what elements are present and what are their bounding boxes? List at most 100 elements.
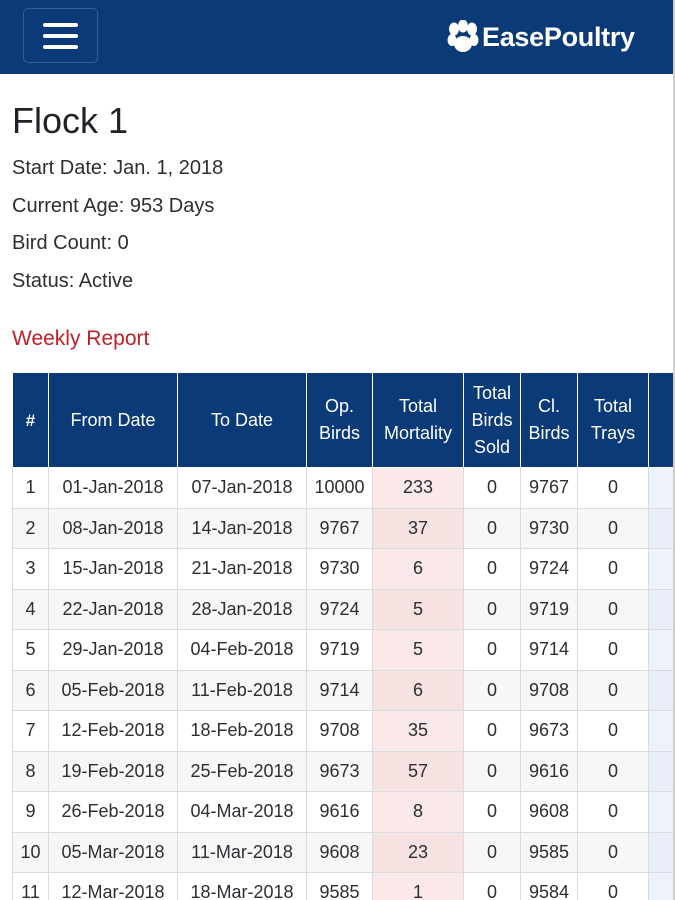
table-cell: 9708 [520, 669, 578, 711]
table-cell: 18-Mar-2018 [177, 872, 307, 900]
table-cell: 1 [12, 467, 49, 509]
table-cell: 9767 [306, 507, 373, 549]
table-cell [648, 507, 673, 549]
status-text: Status: Active [12, 270, 134, 292]
start-date-text: Start Date: Jan. 1, 2018 [12, 157, 224, 179]
paw-icon [447, 20, 479, 52]
table-cell [648, 710, 673, 752]
table-cell: 9585 [520, 831, 578, 873]
column-header: Total Mortality [372, 372, 464, 468]
table-cell: 11-Feb-2018 [177, 669, 307, 711]
column-header: Total Birds Sold [463, 372, 521, 468]
table-cell: 9 [12, 791, 49, 833]
column-header: Cl. Birds [520, 372, 578, 468]
table-cell: 0 [577, 548, 649, 590]
table-cell: 05-Feb-2018 [48, 669, 178, 711]
table-cell: 8 [372, 791, 464, 833]
table-cell: 15-Jan-2018 [48, 548, 178, 590]
weekly-report-table: # From Date To Date Op. Birds Total Mort… [12, 372, 673, 900]
bird-count-text: Bird Count: 0 [12, 232, 129, 254]
table-row: 5 29-Jan-2018 04-Feb-2018 9719 5 0 9714 0 [12, 629, 673, 671]
table-cell: 14-Jan-2018 [177, 507, 307, 549]
table-header-row: # From Date To Date Op. Birds Total Mort… [12, 372, 673, 468]
table-cell: 25-Feb-2018 [177, 750, 307, 792]
table-cell: 9724 [306, 588, 373, 630]
table-cell: 3 [12, 548, 49, 590]
table-cell: 233 [372, 467, 464, 509]
table-cell: 22-Jan-2018 [48, 588, 178, 630]
hamburger-icon [43, 22, 78, 27]
table-cell: 0 [577, 872, 649, 900]
table-row: 8 19-Feb-2018 25-Feb-2018 9673 57 0 9616 0 [12, 750, 673, 792]
table-cell: 0 [463, 710, 521, 752]
table-cell: 0 [463, 467, 521, 509]
table-cell: 0 [463, 831, 521, 873]
weekly-report-link[interactable]: Weekly Report [12, 327, 149, 351]
table-cell [648, 831, 673, 873]
table-cell: 12-Mar-2018 [48, 872, 178, 900]
table-cell: 9608 [306, 831, 373, 873]
table-cell: 5 [372, 588, 464, 630]
table-cell: 0 [577, 588, 649, 630]
table-cell: 9724 [520, 548, 578, 590]
table-cell: 28-Jan-2018 [177, 588, 307, 630]
table-cell: 05-Mar-2018 [48, 831, 178, 873]
table-cell: 10 [12, 831, 49, 873]
table-row: 3 15-Jan-2018 21-Jan-2018 9730 6 0 9724 0 [12, 548, 673, 590]
table-cell: 0 [463, 548, 521, 590]
table-row: 1 01-Jan-2018 07-Jan-2018 10000 233 0 9767 0 [12, 467, 673, 509]
table-cell: 8 [12, 750, 49, 792]
table-row: 10 05-Mar-2018 11-Mar-2018 9608 23 0 9585 0 [12, 831, 673, 873]
top-navbar: EasePoultry [0, 0, 673, 74]
table-cell: 6 [12, 669, 49, 711]
table-cell [648, 669, 673, 711]
table-cell: 9708 [306, 710, 373, 752]
table-cell: 0 [463, 629, 521, 671]
table-cell: 0 [577, 710, 649, 752]
hamburger-icon [43, 33, 78, 38]
table-cell [648, 791, 673, 833]
table-cell: 2 [12, 507, 49, 549]
table-row: 2 08-Jan-2018 14-Jan-2018 9767 37 0 9730 0 [12, 507, 673, 549]
table-cell: 0 [463, 872, 521, 900]
table-cell: 0 [577, 791, 649, 833]
menu-toggle-button[interactable] [23, 8, 98, 63]
table-cell: 08-Jan-2018 [48, 507, 178, 549]
hamburger-icon [43, 44, 78, 49]
table-cell [648, 750, 673, 792]
table-cell: 07-Jan-2018 [177, 467, 307, 509]
table-cell: 0 [463, 791, 521, 833]
table-cell: 0 [577, 467, 649, 509]
column-header: Op. Birds [306, 372, 373, 468]
column-header: # [12, 372, 49, 468]
brand-name: EasePoultry [482, 21, 635, 52]
table-cell: 9730 [520, 507, 578, 549]
table-cell [648, 548, 673, 590]
table-body: 1 01-Jan-2018 07-Jan-2018 10000 233 0 9767 0 2 08… [12, 467, 673, 900]
weekly-report-table-container[interactable]: # From Date To Date Op. Birds Total Mort… [12, 372, 673, 900]
brand-link[interactable]: EasePoultry [446, 18, 635, 56]
table-cell: 9714 [520, 629, 578, 671]
table-cell: 9673 [520, 710, 578, 752]
table-cell: 7 [12, 710, 49, 752]
table-cell: 04-Mar-2018 [177, 791, 307, 833]
table-cell: 21-Jan-2018 [177, 548, 307, 590]
table-cell: 0 [577, 629, 649, 671]
table-cell: 0 [577, 750, 649, 792]
table-cell: 0 [577, 507, 649, 549]
column-header: From Date [48, 372, 178, 468]
page-title: Flock 1 [12, 100, 129, 141]
table-cell: 9673 [306, 750, 373, 792]
table-cell: 4 [12, 588, 49, 630]
table-cell: 0 [463, 588, 521, 630]
table-cell: 9730 [306, 548, 373, 590]
table-cell: 11 [12, 872, 49, 900]
table-cell: 01-Jan-2018 [48, 467, 178, 509]
table-cell: 9719 [306, 629, 373, 671]
table-row: 9 26-Feb-2018 04-Mar-2018 9616 8 0 9608 0 [12, 791, 673, 833]
current-age-text: Current Age: 953 Days [12, 195, 215, 217]
table-cell: 9767 [520, 467, 578, 509]
table-cell: 12-Feb-2018 [48, 710, 178, 752]
table-cell: 18-Feb-2018 [177, 710, 307, 752]
table-cell: 19-Feb-2018 [48, 750, 178, 792]
